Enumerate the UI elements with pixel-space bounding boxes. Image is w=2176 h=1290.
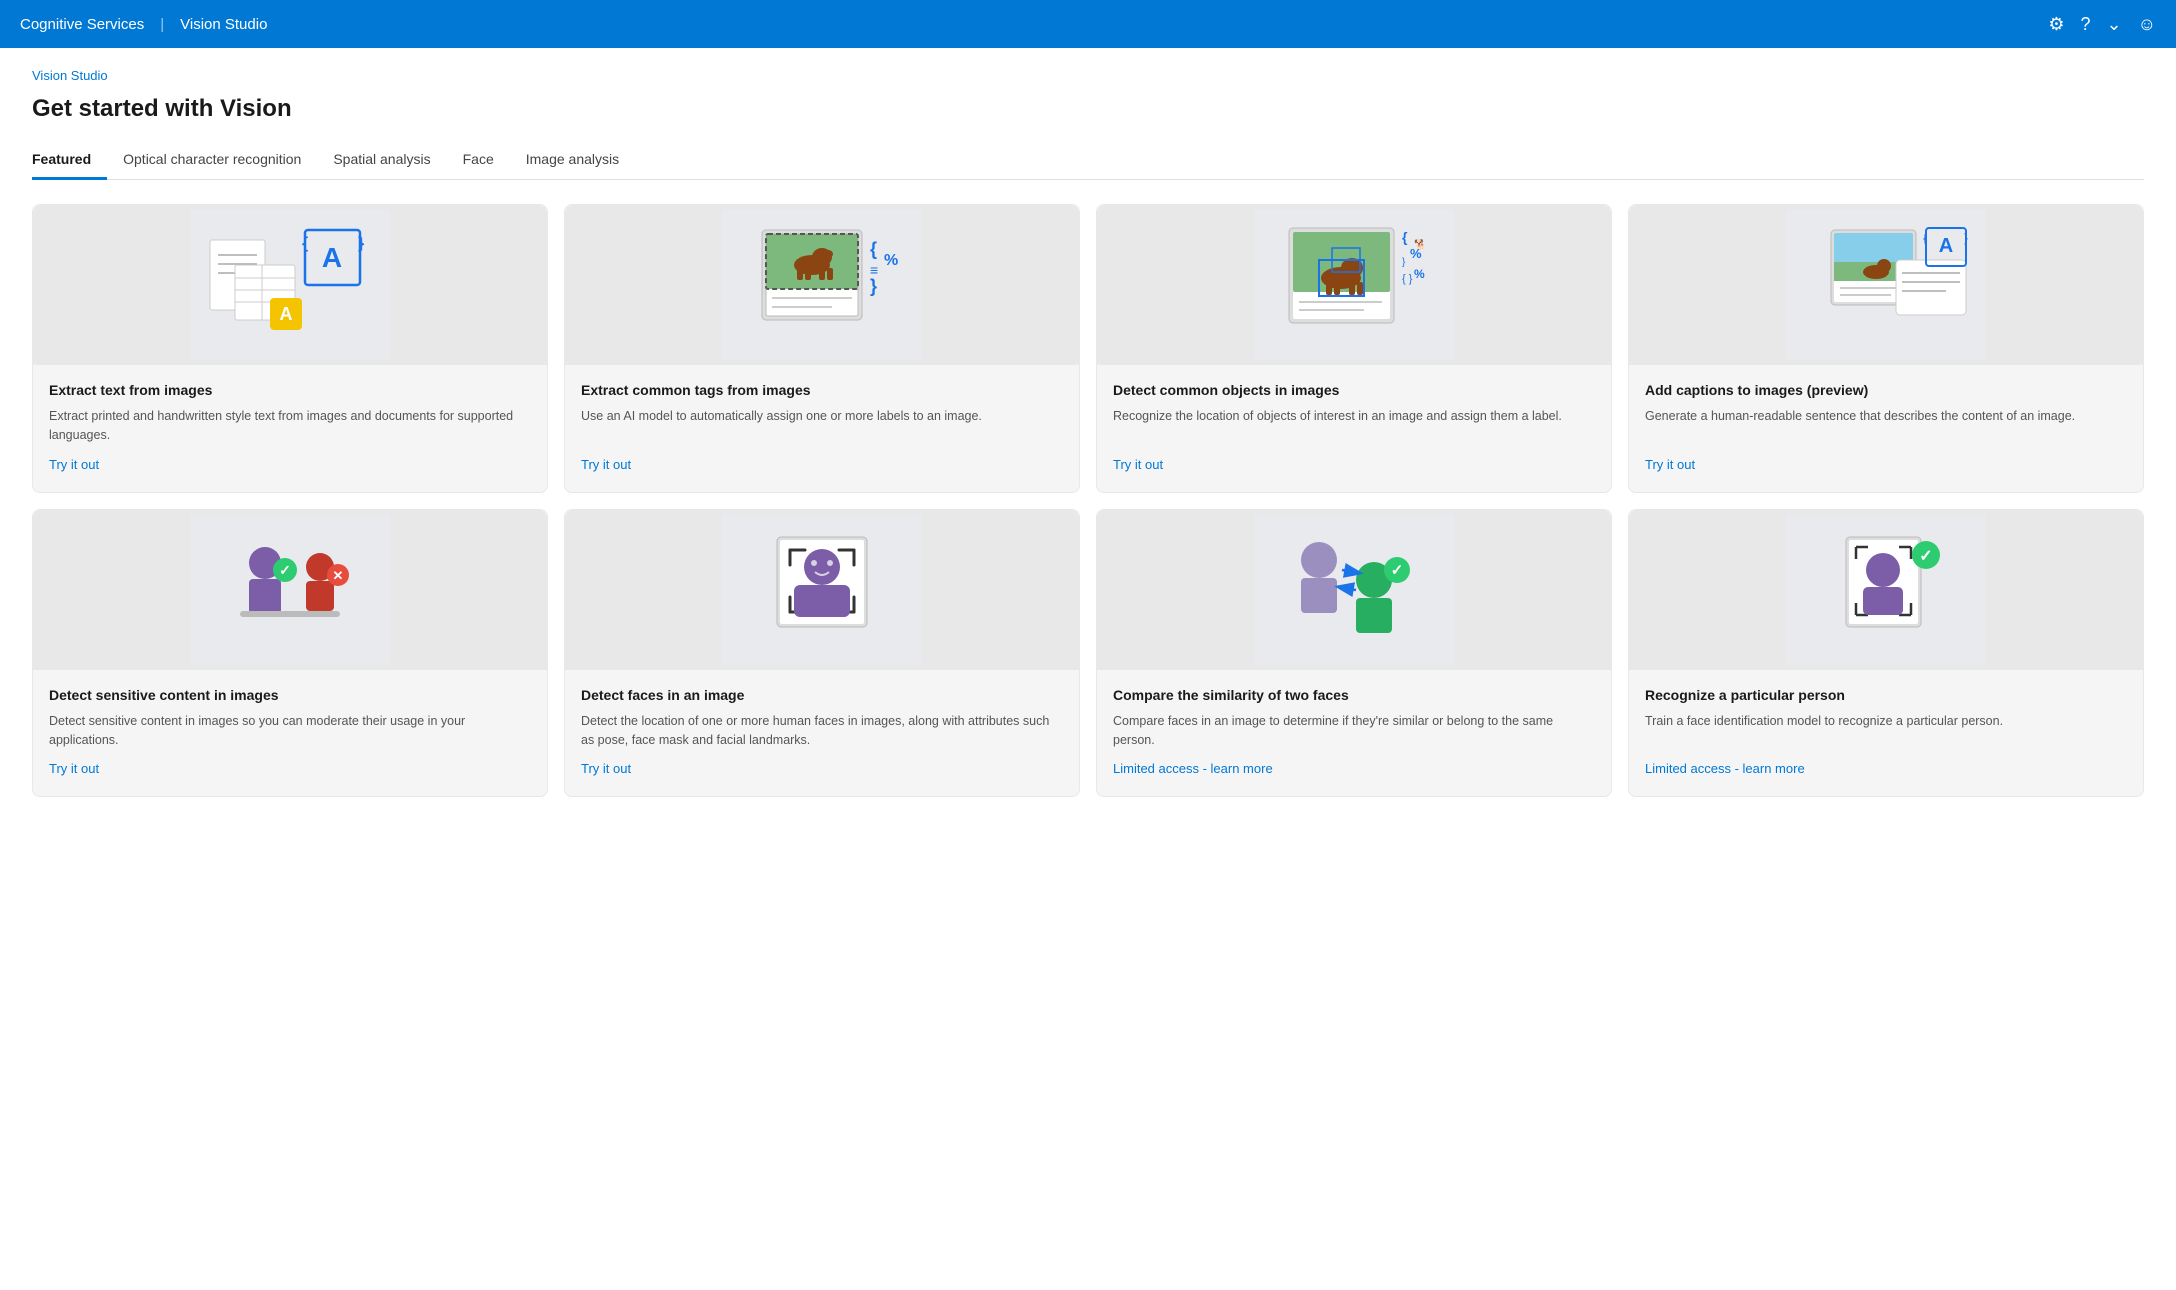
card-extract-tags-title: Extract common tags from images xyxy=(581,381,1063,399)
chevron-down-icon[interactable]: ⌄ xyxy=(2107,14,2122,35)
user-icon[interactable]: ☺ xyxy=(2138,14,2156,35)
card-compare-faces-link[interactable]: Limited access - learn more xyxy=(1113,761,1595,776)
card-detect-sensitive: ✓ ✕ Detect sensitive content in images D… xyxy=(32,509,548,798)
card-detect-sensitive-image: ✓ ✕ xyxy=(33,510,547,670)
card-extract-text-link[interactable]: Try it out xyxy=(49,457,531,472)
card-recognize-person-title: Recognize a particular person xyxy=(1645,686,2127,704)
tab-face[interactable]: Face xyxy=(447,143,510,180)
svg-text:A: A xyxy=(1939,235,1953,257)
card-recognize-person-desc: Train a face identification model to rec… xyxy=(1645,712,2127,750)
card-extract-text-title: Extract text from images xyxy=(49,381,531,399)
svg-text:A: A xyxy=(322,242,342,273)
card-detect-sensitive-link[interactable]: Try it out xyxy=(49,761,531,776)
svg-text:}: } xyxy=(358,235,364,252)
tab-spatial[interactable]: Spatial analysis xyxy=(317,143,446,180)
svg-text:A: A xyxy=(280,304,293,324)
card-detect-objects-title: Detect common objects in images xyxy=(1113,381,1595,399)
card-compare-faces-body: Compare the similarity of two faces Comp… xyxy=(1097,686,1611,777)
card-extract-text: A { } A Extract text from images Extract… xyxy=(32,204,548,493)
card-compare-faces-image: ✓ xyxy=(1097,510,1611,670)
cards-row-2: ✓ ✕ Detect sensitive content in images D… xyxy=(32,509,2144,798)
card-detect-faces-body: Detect faces in an image Detect the loca… xyxy=(565,686,1079,777)
svg-text:{: { xyxy=(870,239,877,259)
card-recognize-person: ✓ Recognize a particular person Train a … xyxy=(1628,509,2144,798)
card-compare-faces: ✓ Compare the similarity of two faces Co… xyxy=(1096,509,1612,798)
tab-ocr[interactable]: Optical character recognition xyxy=(107,143,317,180)
card-extract-tags-body: Extract common tags from images Use an A… xyxy=(565,381,1079,472)
svg-text:%: % xyxy=(884,252,898,269)
card-recognize-person-link[interactable]: Limited access - learn more xyxy=(1645,761,2127,776)
svg-text:}: } xyxy=(870,276,877,296)
card-add-captions-link[interactable]: Try it out xyxy=(1645,457,2127,472)
card-extract-tags-image: { ≡ } % xyxy=(565,205,1079,365)
svg-text:{: { xyxy=(1402,229,1408,245)
card-compare-faces-title: Compare the similarity of two faces xyxy=(1113,686,1595,704)
card-detect-faces-desc: Detect the location of one or more human… xyxy=(581,712,1063,750)
brand-label: Cognitive Services xyxy=(20,16,144,33)
app-label: Vision Studio xyxy=(180,16,267,33)
card-detect-objects-link[interactable]: Try it out xyxy=(1113,457,1595,472)
card-detect-sensitive-title: Detect sensitive content in images xyxy=(49,686,531,704)
header-brand: Cognitive Services | Vision Studio xyxy=(20,16,267,33)
card-extract-text-desc: Extract printed and handwritten style te… xyxy=(49,407,531,445)
card-detect-faces-link[interactable]: Try it out xyxy=(581,761,1063,776)
svg-text:{: { xyxy=(302,235,308,252)
card-extract-tags-link[interactable]: Try it out xyxy=(581,457,1063,472)
svg-text:%: % xyxy=(1410,246,1422,261)
card-detect-objects-image: { 🐕 } % { } % xyxy=(1097,205,1611,365)
card-compare-faces-desc: Compare faces in an image to determine i… xyxy=(1113,712,1595,750)
card-add-captions-title: Add captions to images (preview) xyxy=(1645,381,2127,399)
card-add-captions-image: A { } xyxy=(1629,205,2143,365)
cards-row-1: A { } A Extract text from images Extract… xyxy=(32,204,2144,493)
card-extract-text-body: Extract text from images Extract printed… xyxy=(33,381,547,472)
card-detect-objects: { 🐕 } % { } % Detect common objects in i… xyxy=(1096,204,1612,493)
svg-text:}: } xyxy=(1964,231,1968,245)
card-detect-sensitive-body: Detect sensitive content in images Detec… xyxy=(33,686,547,777)
card-detect-faces-title: Detect faces in an image xyxy=(581,686,1063,704)
card-detect-faces: Detect faces in an image Detect the loca… xyxy=(564,509,1080,798)
card-detect-faces-image xyxy=(565,510,1079,670)
card-detect-objects-body: Detect common objects in images Recogniz… xyxy=(1097,381,1611,472)
svg-text:%: % xyxy=(1414,267,1425,281)
card-recognize-person-body: Recognize a particular person Train a fa… xyxy=(1629,686,2143,777)
card-extract-tags-desc: Use an AI model to automatically assign … xyxy=(581,407,1063,445)
page-title: Get started with Vision xyxy=(32,95,2144,123)
tab-image[interactable]: Image analysis xyxy=(510,143,635,180)
main-content: Vision Studio Get started with Vision Fe… xyxy=(0,48,2176,1290)
svg-text:{ }: { } xyxy=(1402,273,1413,285)
gear-icon[interactable]: ⚙ xyxy=(2048,14,2064,35)
svg-text:{: { xyxy=(1923,231,1927,245)
card-detect-sensitive-desc: Detect sensitive content in images so yo… xyxy=(49,712,531,750)
breadcrumb[interactable]: Vision Studio xyxy=(32,68,2144,83)
tab-featured[interactable]: Featured xyxy=(32,143,107,180)
help-icon[interactable]: ? xyxy=(2081,14,2091,35)
svg-text:✓: ✓ xyxy=(1919,548,1932,565)
svg-text:✓: ✓ xyxy=(1391,562,1404,579)
card-recognize-person-image: ✓ xyxy=(1629,510,2143,670)
card-extract-tags: { ≡ } % Extract common tags from images … xyxy=(564,204,1080,493)
header-divider: | xyxy=(160,16,164,33)
card-add-captions-desc: Generate a human-readable sentence that … xyxy=(1645,407,2127,445)
header-actions: ⚙ ? ⌄ ☺ xyxy=(2048,14,2156,35)
tabs-nav: Featured Optical character recognition S… xyxy=(32,143,2144,180)
header: Cognitive Services | Vision Studio ⚙ ? ⌄… xyxy=(0,0,2176,48)
card-detect-objects-desc: Recognize the location of objects of int… xyxy=(1113,407,1595,445)
card-extract-text-image: A { } A xyxy=(33,205,547,365)
card-add-captions: A { } Add captions to images (preview) G… xyxy=(1628,204,2144,493)
svg-text:✕: ✕ xyxy=(333,568,344,583)
svg-text:✓: ✓ xyxy=(279,562,291,578)
card-add-captions-body: Add captions to images (preview) Generat… xyxy=(1629,381,2143,472)
